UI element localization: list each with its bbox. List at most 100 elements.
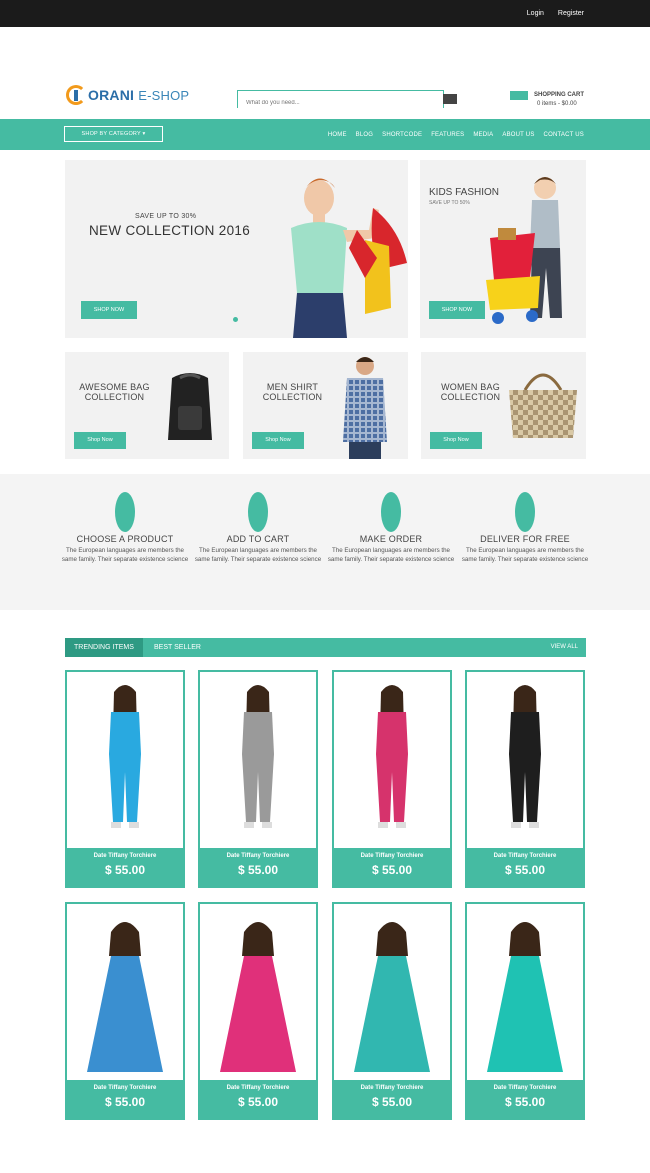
cart-title: SHOPPING CART <box>534 92 585 98</box>
product-info: Date Tiffany Torchiere $ 55.00 <box>67 848 183 886</box>
kids-subtitle: SAVE UP TO 50% <box>429 200 470 206</box>
cart-icon <box>510 91 528 100</box>
hero-banner: SAVE UP TO 30% NEW COLLECTION 2016 SHOP … <box>65 160 408 338</box>
feature-make-order: MAKE ORDER The European languages are me… <box>326 492 456 564</box>
product-price: $ 55.00 <box>237 863 279 877</box>
women-bag-banner-line2: COLLECTION <box>440 392 501 402</box>
bag-banner-line2: COLLECTION <box>84 392 145 402</box>
women-bag-collection-banner: WOMEN BAG COLLECTION Shop Now <box>421 352 586 459</box>
bag-shop-now-button[interactable]: Shop Now <box>74 432 126 449</box>
nav-item-home[interactable]: HOME <box>328 132 347 138</box>
product-price: $ 55.00 <box>371 1095 413 1109</box>
feature-title: CHOOSE A PRODUCT <box>76 534 174 544</box>
logo-text-secondary: E-SHOP <box>138 88 190 103</box>
product-image <box>334 904 450 1080</box>
feature-title: DELIVER FOR FREE <box>480 534 570 544</box>
shopping-cart[interactable]: SHOPPING CART 0 items - $0.00 <box>510 91 586 111</box>
product-name[interactable]: Date Tiffany Torchiere <box>200 1085 316 1091</box>
product-name[interactable]: Date Tiffany Torchiere <box>467 853 583 859</box>
feature-title: ADD TO CART <box>226 534 290 544</box>
hero-model-image <box>291 178 407 338</box>
backpack-image <box>168 373 212 440</box>
product-card[interactable]: Date Tiffany Torchiere $ 55.00 <box>332 670 452 888</box>
delivery-icon <box>515 492 535 532</box>
tab-trending-items[interactable]: TRENDING ITEMS <box>65 638 143 657</box>
product-price: $ 55.00 <box>504 863 546 877</box>
product-card[interactable]: Date Tiffany Torchiere $ 55.00 <box>465 902 585 1120</box>
nav-item-shortcode[interactable]: SHORTCODE <box>382 132 422 138</box>
nav-item-media[interactable]: MEDIA <box>473 132 493 138</box>
slider-dot[interactable] <box>233 317 238 322</box>
product-card[interactable]: Date Tiffany Torchiere $ 55.00 <box>332 902 452 1120</box>
hero-shop-now-button[interactable]: SHOP NOW <box>81 301 137 319</box>
kids-fashion-banner: KIDS FASHION SAVE UP TO 50% SHOP NOW <box>420 160 586 338</box>
product-info: Date Tiffany Torchiere $ 55.00 <box>200 848 316 886</box>
product-card[interactable]: Date Tiffany Torchiere $ 55.00 <box>65 670 185 888</box>
kids-image <box>486 177 562 324</box>
logo[interactable]: ORANI E-SHOP <box>66 85 189 105</box>
product-info: Date Tiffany Torchiere $ 55.00 <box>467 1080 583 1118</box>
shop-by-category-button[interactable]: SHOP BY CATEGORY ▾ <box>64 126 163 142</box>
shirt-banner-line1: MEN SHIRT <box>266 382 319 392</box>
tab-best-seller[interactable]: BEST SELLER <box>145 638 210 657</box>
feature-desc: The European languages are members the s… <box>327 547 455 563</box>
product-image <box>200 672 316 848</box>
search-input[interactable] <box>238 95 443 111</box>
product-image <box>467 904 583 1080</box>
product-card[interactable]: Date Tiffany Torchiere $ 55.00 <box>198 902 318 1120</box>
product-info: Date Tiffany Torchiere $ 55.00 <box>334 1080 450 1118</box>
product-card[interactable]: Date Tiffany Torchiere $ 55.00 <box>65 902 185 1120</box>
product-card[interactable]: Date Tiffany Torchiere $ 55.00 <box>465 670 585 888</box>
product-name[interactable]: Date Tiffany Torchiere <box>334 1085 450 1091</box>
shirt-collection-banner: MEN SHIRT COLLECTION Shop Now <box>243 352 408 459</box>
product-image <box>334 672 450 848</box>
product-name[interactable]: Date Tiffany Torchiere <box>67 1085 183 1091</box>
product-name[interactable]: Date Tiffany Torchiere <box>467 1085 583 1091</box>
product-info: Date Tiffany Torchiere $ 55.00 <box>467 848 583 886</box>
view-all-link[interactable]: VIEW ALL <box>551 638 578 657</box>
product-name[interactable]: Date Tiffany Torchiere <box>334 853 450 859</box>
women-bag-shop-now-button[interactable]: Shop Now <box>430 432 482 449</box>
bag-collection-banner: AWESOME BAG COLLECTION Shop Now <box>65 352 229 459</box>
feature-title: MAKE ORDER <box>359 534 423 544</box>
top-bar: Login Register <box>0 0 650 27</box>
product-price: $ 55.00 <box>237 1095 279 1109</box>
features-section: CHOOSE A PRODUCT The European languages … <box>0 474 650 610</box>
bag-banner-line1: AWESOME BAG <box>79 382 150 392</box>
shirt-banner-line2: COLLECTION <box>262 392 323 402</box>
product-name[interactable]: Date Tiffany Torchiere <box>200 853 316 859</box>
product-image <box>200 904 316 1080</box>
kids-shop-now-button[interactable]: SHOP NOW <box>429 301 485 319</box>
product-tabs: TRENDING ITEMS BEST SELLER VIEW ALL <box>65 638 586 657</box>
product-price: $ 55.00 <box>371 863 413 877</box>
nav-item-features[interactable]: FEATURES <box>431 132 464 138</box>
feature-choose-product: CHOOSE A PRODUCT The European languages … <box>60 492 190 564</box>
hero-subtitle: SAVE UP TO 30% <box>135 213 197 220</box>
cart-summary: 0 items - $0.00 <box>537 101 577 107</box>
product-image <box>67 672 183 848</box>
product-image <box>467 672 583 848</box>
search-box <box>237 90 444 111</box>
register-link[interactable]: Register <box>558 10 584 17</box>
hero-title: NEW COLLECTION 2016 <box>89 223 250 238</box>
feature-desc: The European languages are members the s… <box>194 547 322 563</box>
product-price: $ 55.00 <box>104 1095 146 1109</box>
feature-add-to-cart: ADD TO CART The European languages are m… <box>193 492 323 564</box>
logo-icon <box>66 85 86 105</box>
make-order-icon <box>381 492 401 532</box>
handbag-image <box>509 373 577 438</box>
choose-product-icon <box>115 492 135 532</box>
nav-item-contact[interactable]: CONTACT US <box>544 132 584 138</box>
product-info: Date Tiffany Torchiere $ 55.00 <box>67 1080 183 1118</box>
add-to-cart-icon <box>248 492 268 532</box>
shirt-shop-now-button[interactable]: Shop Now <box>252 432 304 449</box>
feature-deliver-free: DELIVER FOR FREE The European languages … <box>460 492 590 564</box>
nav-item-blog[interactable]: BLOG <box>356 132 373 138</box>
product-name[interactable]: Date Tiffany Torchiere <box>67 853 183 859</box>
login-link[interactable]: Login <box>527 10 544 17</box>
nav-item-about[interactable]: ABOUT US <box>502 132 534 138</box>
product-card[interactable]: Date Tiffany Torchiere $ 55.00 <box>198 670 318 888</box>
feature-desc: The European languages are members the s… <box>461 547 589 563</box>
product-price: $ 55.00 <box>104 863 146 877</box>
search-button[interactable] <box>443 94 457 104</box>
